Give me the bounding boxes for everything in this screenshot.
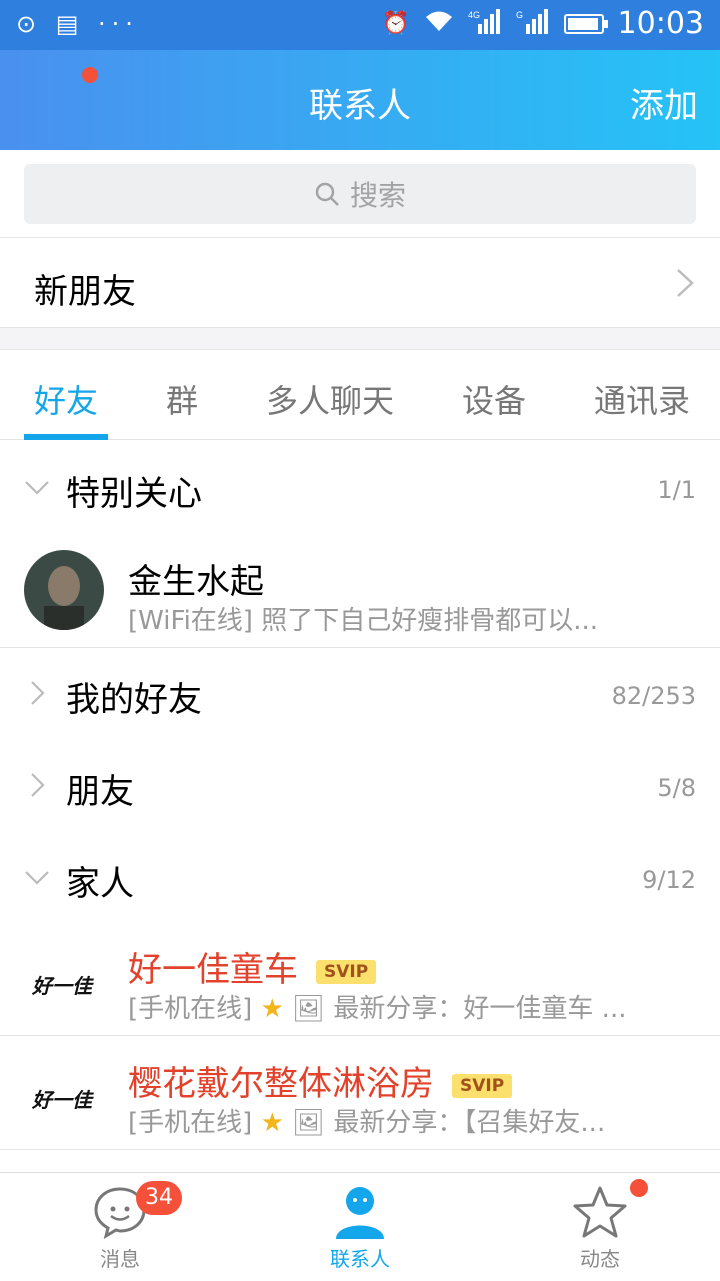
new-friend-label: 新朋友 bbox=[34, 272, 136, 312]
avatar bbox=[24, 550, 104, 630]
tab-messages[interactable]: 34 消息 bbox=[0, 1173, 240, 1281]
svip-badge: SVIP bbox=[316, 959, 377, 984]
group-count: 82/253 bbox=[611, 682, 696, 710]
avatar: 好一佳 bbox=[24, 938, 104, 1018]
search-placeholder: 搜索 bbox=[349, 179, 406, 212]
contact-name: 金生水起 bbox=[128, 562, 264, 602]
tab-multi-chat[interactable]: 多人聊天 bbox=[266, 376, 394, 422]
signal-4g-icon: 4G bbox=[468, 8, 502, 40]
online-status: [手机在线] bbox=[128, 1108, 253, 1138]
online-status: [手机在线] bbox=[128, 994, 253, 1024]
group-friends[interactable]: 朋友 5/8 bbox=[0, 740, 720, 832]
star-icon: ★ bbox=[260, 1108, 284, 1138]
notification-icons: ⊙ ▤ ··· bbox=[16, 10, 139, 38]
avatar-logo-text: 好一佳 bbox=[32, 974, 92, 998]
clock: 10:03 bbox=[617, 6, 704, 41]
contact-row[interactable]: 金生水起 [WiFi在线] 照了下自己好瘦排骨都可以... bbox=[0, 534, 720, 648]
bottom-tab-bar: 34 消息 联系人 动态 bbox=[0, 1172, 720, 1280]
group-count: 1/1 bbox=[657, 476, 696, 504]
chevron-right-icon bbox=[677, 269, 694, 297]
contact-status: [WiFi在线] 照了下自己好瘦排骨都可以... bbox=[128, 606, 598, 636]
signal-g-icon: G bbox=[516, 8, 550, 40]
contact-name: 好一佳童车 SVIP bbox=[128, 942, 377, 991]
star-icon bbox=[573, 1186, 627, 1238]
contact-row[interactable]: 好一佳 好一佳童车 SVIP [手机在线] ★ 🖼 最新分享：好一佳童车 ... bbox=[0, 922, 720, 1036]
status-text: 最新分享：【召集好友... bbox=[333, 1108, 606, 1138]
contact-status: [手机在线] ★ 🖼 最新分享：【召集好友... bbox=[128, 1102, 605, 1139]
group-name: 朋友 bbox=[66, 772, 134, 812]
status-right: ⏰ 4G G 10:03 bbox=[382, 6, 704, 41]
notification-dot bbox=[630, 1179, 648, 1197]
wifi-icon bbox=[424, 9, 454, 39]
contact-name: 樱花戴尔整体淋浴房 SVIP bbox=[128, 1056, 513, 1105]
chevron-right-icon bbox=[31, 681, 45, 705]
svg-text:4G: 4G bbox=[468, 10, 480, 20]
add-button[interactable]: 添加 bbox=[630, 78, 698, 127]
tab-groups[interactable]: 群 bbox=[166, 376, 198, 422]
section-divider bbox=[0, 328, 720, 350]
chevron-right-icon bbox=[31, 773, 45, 797]
group-my-friends[interactable]: 我的好友 82/253 bbox=[0, 648, 720, 740]
search-icon bbox=[315, 182, 339, 206]
contact-row[interactable]: 好一佳 樱花戴尔整体淋浴房 SVIP [手机在线] ★ 🖼 最新分享：【召集好友.… bbox=[0, 1036, 720, 1150]
title-bar: 联系人 添加 bbox=[0, 50, 720, 150]
tab-label: 动态 bbox=[580, 1247, 620, 1271]
status-bar: ⊙ ▤ ··· ⏰ 4G G 10:03 bbox=[0, 0, 720, 50]
search-bar-container: 搜索 bbox=[0, 150, 720, 238]
tab-friends[interactable]: 好友 bbox=[34, 376, 98, 422]
divider bbox=[0, 1149, 720, 1150]
status-text: 最新分享：好一佳童车 ... bbox=[333, 994, 627, 1024]
avatar: 好一佳 bbox=[24, 1052, 104, 1132]
group-special-care[interactable]: 特别关心 1/1 bbox=[0, 442, 720, 534]
tab-address-book[interactable]: 通讯录 bbox=[594, 376, 690, 422]
group-count: 5/8 bbox=[657, 774, 696, 802]
search-input[interactable]: 搜索 bbox=[24, 164, 696, 224]
group-name: 家人 bbox=[66, 864, 134, 904]
contacts-person-icon bbox=[336, 1187, 384, 1239]
new-friend-row[interactable]: 新朋友 bbox=[0, 238, 720, 328]
tab-contacts[interactable]: 联系人 bbox=[240, 1173, 480, 1281]
unread-badge: 34 bbox=[136, 1181, 182, 1215]
star-icon: ★ bbox=[260, 994, 284, 1024]
alarm-icon: ⏰ bbox=[382, 11, 410, 36]
group-count: 9/12 bbox=[642, 866, 696, 894]
image-icon: 🖼 bbox=[292, 1108, 326, 1138]
svip-badge: SVIP bbox=[452, 1073, 513, 1098]
contact-name-text: 好一佳童车 bbox=[128, 950, 298, 990]
contact-tabs: 好友 群 多人聊天 设备 通讯录 bbox=[0, 350, 720, 440]
tab-moments[interactable]: 动态 bbox=[480, 1173, 720, 1281]
tab-devices[interactable]: 设备 bbox=[462, 376, 526, 422]
avatar-logo-text: 好一佳 bbox=[32, 1088, 92, 1112]
contact-status: [手机在线] ★ 🖼 最新分享：好一佳童车 ... bbox=[128, 988, 626, 1025]
group-family[interactable]: 家人 9/12 bbox=[0, 832, 720, 924]
image-icon: 🖼 bbox=[292, 994, 326, 1024]
group-name: 我的好友 bbox=[66, 680, 202, 720]
active-tab-indicator bbox=[24, 434, 108, 440]
svg-text:G: G bbox=[516, 10, 523, 20]
page-title: 联系人 bbox=[309, 86, 411, 126]
battery-icon bbox=[563, 13, 608, 34]
contact-name-text: 樱花戴尔整体淋浴房 bbox=[128, 1064, 434, 1104]
chevron-down-icon bbox=[25, 481, 49, 495]
tab-label: 消息 bbox=[100, 1247, 140, 1271]
chevron-down-icon bbox=[25, 871, 49, 885]
group-name: 特别关心 bbox=[66, 474, 202, 514]
tab-label: 联系人 bbox=[330, 1247, 390, 1271]
